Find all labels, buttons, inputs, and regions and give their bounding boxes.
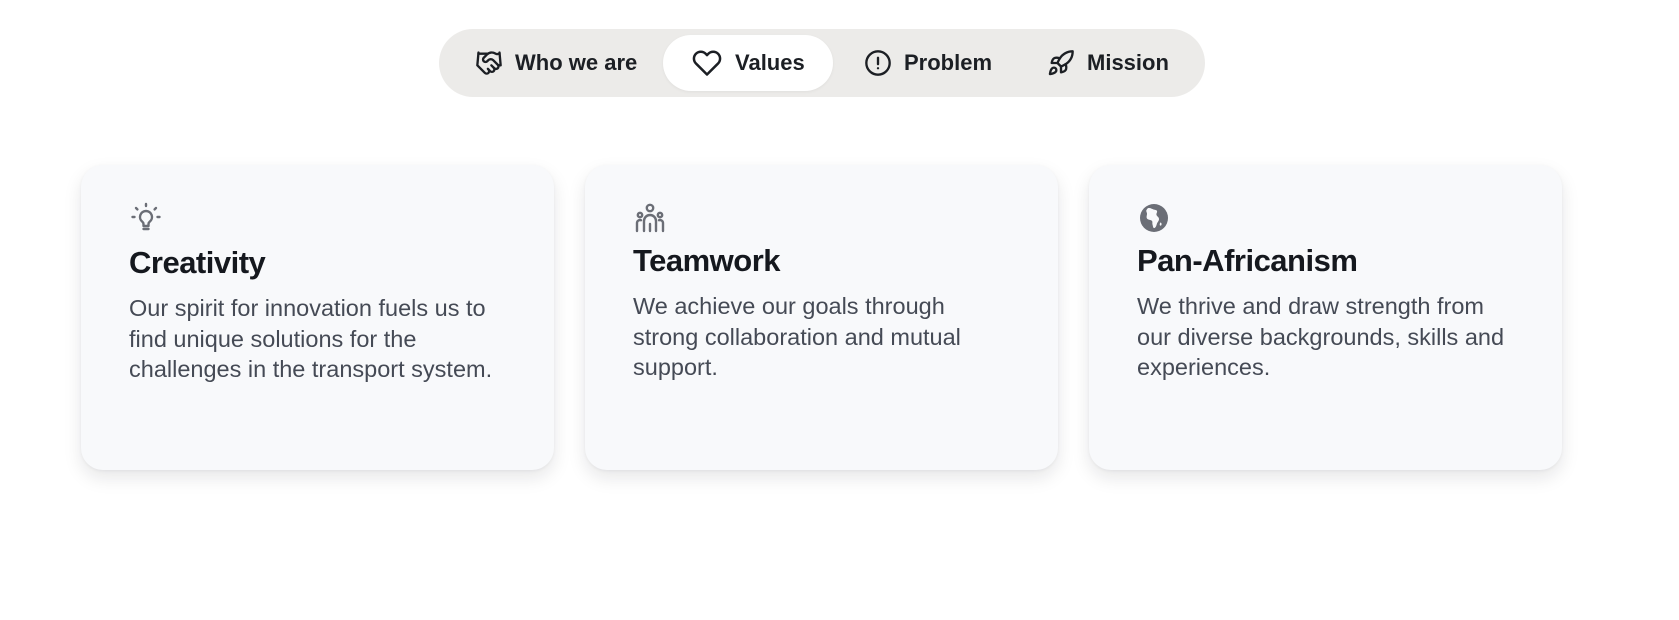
card-description: We thrive and draw strength from our div…	[1137, 293, 1505, 380]
tab-who-we-are[interactable]: Who we are	[447, 35, 665, 91]
tab-label: Mission	[1087, 50, 1169, 75]
tab-label: Who we are	[515, 50, 638, 75]
team-icon	[633, 201, 667, 235]
tab-values[interactable]: Values	[663, 35, 833, 91]
globe-africa-icon	[1137, 201, 1171, 235]
heart-icon	[691, 48, 723, 78]
alert-circle-icon	[864, 49, 892, 77]
tab-problem[interactable]: Problem	[836, 35, 1020, 91]
section-tab-bar: Who we are Values Problem Mission	[439, 29, 1205, 97]
rocket-icon	[1047, 49, 1075, 77]
tab-label: Problem	[904, 50, 993, 75]
tab-mission[interactable]: Mission	[1019, 35, 1197, 91]
lightbulb-icon	[129, 201, 163, 235]
card-description: Our spirit for innovation fuels us to fi…	[129, 295, 493, 382]
card-description: We achieve our goals through strong coll…	[633, 293, 961, 380]
value-card-pan-africanism: Pan-Africanism We thrive and draw streng…	[1089, 165, 1562, 470]
card-title: Teamwork	[633, 243, 781, 278]
value-card-teamwork: Teamwork We achieve our goals through st…	[585, 165, 1058, 470]
tab-label: Values	[735, 50, 805, 75]
value-card-creativity: Creativity Our spirit for innovation fue…	[81, 165, 554, 470]
card-title: Creativity	[129, 245, 266, 280]
card-title: Pan-Africanism	[1137, 243, 1358, 278]
handshake-icon	[475, 49, 503, 77]
